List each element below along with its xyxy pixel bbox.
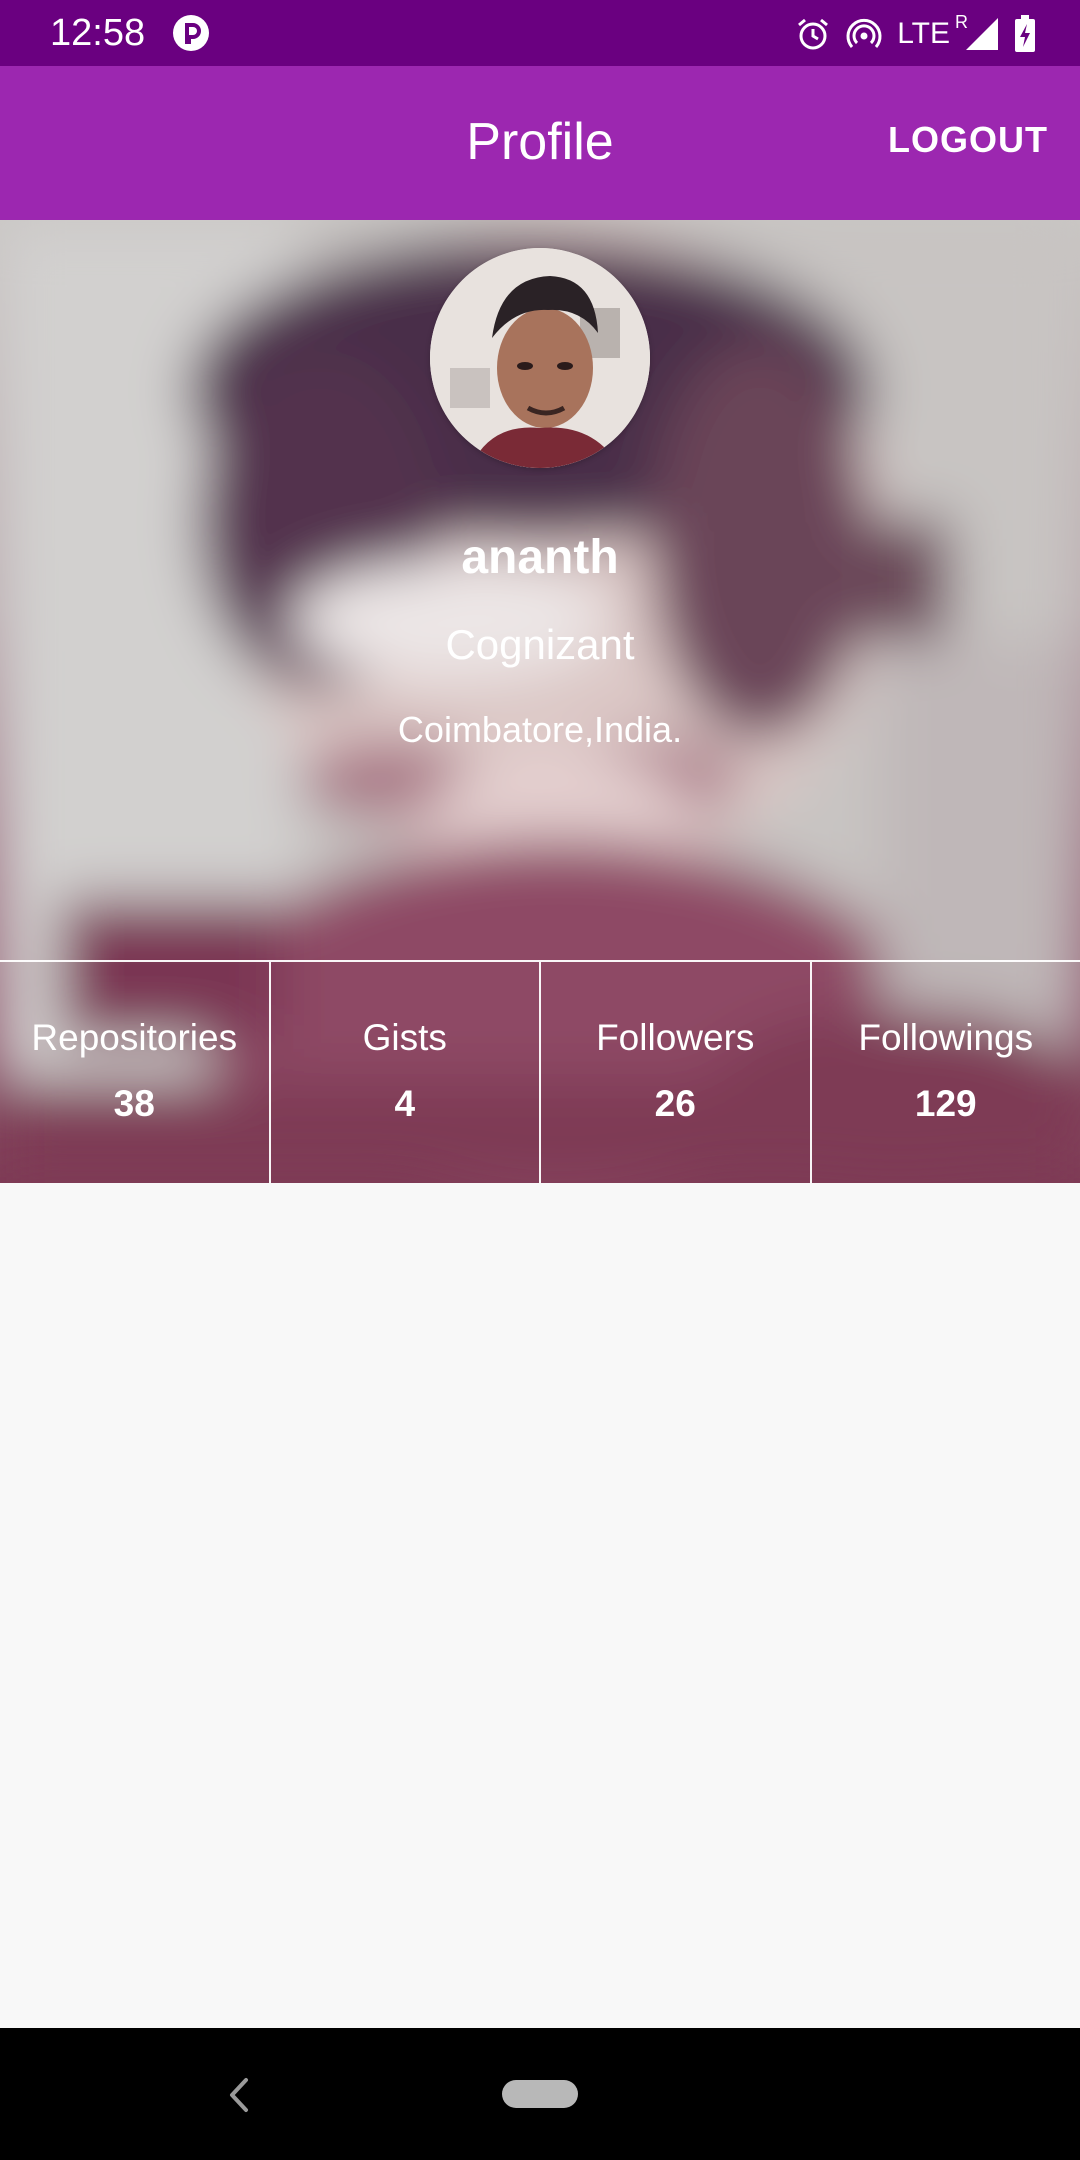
stat-followings[interactable]: Followings 129 — [812, 962, 1080, 1183]
stat-label: Gists — [362, 1017, 447, 1058]
roaming-indicator: R — [955, 12, 968, 32]
home-pill-icon[interactable] — [502, 2080, 578, 2108]
profile-location: Coimbatore,India. — [397, 709, 683, 750]
hotspot-icon — [845, 16, 883, 52]
stat-label: Followings — [858, 1017, 1034, 1058]
stat-followers[interactable]: Followers 26 — [541, 962, 812, 1183]
battery-icon — [1014, 15, 1036, 53]
network-type: LTE R — [897, 12, 968, 54]
stat-value: 38 — [113, 1083, 155, 1124]
stat-gists[interactable]: Gists 4 — [271, 962, 541, 1183]
stat-value: 4 — [394, 1083, 416, 1124]
status-bar: 12:58 LTE R — [0, 0, 1080, 66]
stat-value: 26 — [654, 1083, 696, 1124]
app-notification-icon — [172, 14, 210, 52]
stat-label: Followers — [596, 1017, 755, 1058]
profile-screen: 12:58 LTE R Profile LOGOUT ananth Cogniz… — [0, 0, 1080, 2160]
signal-icon — [964, 16, 1000, 52]
app-bar: Profile LOGOUT — [0, 66, 1080, 220]
avatar — [430, 248, 650, 468]
profile-header: ananth Cognizant Coimbatore,India. Repos… — [0, 220, 1080, 1183]
navigation-bar — [0, 2028, 1080, 2160]
stat-label: Repositories — [31, 1017, 238, 1058]
network-label: LTE — [897, 17, 950, 50]
content-area — [0, 1183, 1080, 2028]
status-icons: LTE R — [795, 12, 1036, 56]
logout-button[interactable]: LOGOUT — [888, 118, 1048, 162]
back-icon[interactable] — [222, 2076, 256, 2114]
alarm-icon — [795, 16, 831, 52]
profile-company: Cognizant — [445, 621, 635, 668]
status-time: 12:58 — [50, 12, 146, 54]
stat-value: 129 — [914, 1083, 977, 1124]
profile-name: ananth — [461, 531, 619, 584]
stats-bar: Repositories 38 Gists 4 Followers 26 Fol… — [0, 960, 1080, 1183]
stat-repositories[interactable]: Repositories 38 — [0, 962, 271, 1183]
